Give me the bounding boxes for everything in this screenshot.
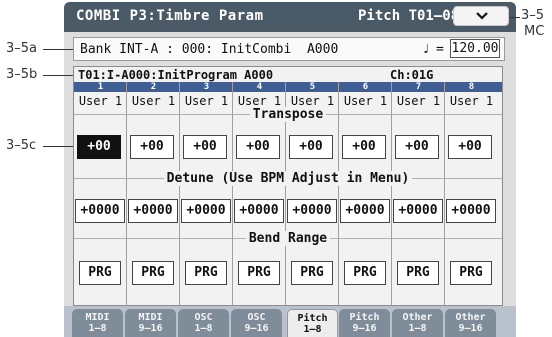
detune-field[interactable]: +0000 bbox=[181, 199, 231, 223]
tab-osc-9-16[interactable]: OSC 9–16 bbox=[231, 309, 282, 337]
callout-3-5a: 3–5a bbox=[6, 41, 38, 56]
tab-midi-1-8[interactable]: MIDI 1–8 bbox=[72, 309, 123, 337]
bend-range-field[interactable]: PRG bbox=[397, 261, 439, 285]
tab-label-line1: OSC bbox=[247, 312, 266, 323]
transpose-field[interactable]: +00 bbox=[77, 135, 121, 159]
bend-range-field[interactable]: PRG bbox=[450, 261, 492, 285]
transpose-field[interactable]: +00 bbox=[342, 135, 386, 159]
timbre-number: 4 bbox=[256, 82, 263, 92]
tab-label-line2: 9–16 bbox=[352, 323, 377, 334]
tempo-equals: = bbox=[436, 42, 444, 57]
tab-label-line2: 1–8 bbox=[408, 323, 427, 334]
page-menu-button[interactable] bbox=[453, 6, 509, 26]
tab-label-line1: Other bbox=[455, 312, 486, 323]
tab-pitch-1-8[interactable]: Pitch 1–8 bbox=[287, 309, 338, 337]
detune-field[interactable]: +0000 bbox=[128, 199, 178, 223]
tab-osc-1-8[interactable]: OSC 1–8 bbox=[178, 309, 229, 337]
timbre-number: 7 bbox=[415, 82, 422, 92]
tab-label-line2: 1–8 bbox=[88, 323, 107, 334]
transpose-field[interactable]: +00 bbox=[289, 135, 333, 159]
transpose-label-text: Transpose bbox=[249, 107, 327, 122]
tempo-field[interactable]: 120.00 bbox=[450, 39, 500, 58]
callout-top-right-sub: MC bbox=[524, 24, 545, 39]
tab-label-line1: Other bbox=[402, 312, 433, 323]
bend-range-label-text: Bend Range bbox=[245, 231, 331, 246]
tab-label-line1: MIDI bbox=[85, 312, 110, 323]
transpose-field[interactable]: +00 bbox=[395, 135, 439, 159]
transpose-field[interactable]: +00 bbox=[130, 135, 174, 159]
timbre-number: 2 bbox=[150, 82, 157, 92]
bend-range-field[interactable]: PRG bbox=[291, 261, 333, 285]
callout-top-right: 3–5 bbox=[521, 8, 545, 23]
detune-field[interactable]: +0000 bbox=[340, 199, 390, 223]
timbre-scale-label: User 1 bbox=[78, 94, 123, 108]
timbre-scale-label: User 1 bbox=[396, 94, 441, 108]
detune-field[interactable]: +0000 bbox=[287, 199, 337, 223]
callout-line-c bbox=[43, 146, 76, 147]
page-title: COMBI P3:Timbre Param bbox=[76, 8, 264, 24]
tab-label-line2: 1–8 bbox=[194, 323, 213, 334]
combi-select[interactable]: Bank INT-A : 000: InitCombi A000 bbox=[80, 42, 338, 57]
callout-line-a bbox=[43, 49, 73, 50]
tab-label-line1: MIDI bbox=[138, 312, 163, 323]
transpose-label: Transpose bbox=[74, 107, 502, 122]
bend-range-field[interactable]: PRG bbox=[79, 261, 121, 285]
timbre-scale-label: User 1 bbox=[449, 94, 494, 108]
page-indicator: Pitch T01–08 bbox=[358, 8, 460, 24]
bend-range-field[interactable]: PRG bbox=[185, 261, 227, 285]
timbre-channel: Ch:01G bbox=[390, 68, 434, 82]
tab-label-line2: 9–16 bbox=[458, 323, 483, 334]
timbre-scale-label: User 1 bbox=[343, 94, 388, 108]
tab-other-1-8[interactable]: Other 1–8 bbox=[392, 309, 443, 337]
callout-3-5c: 3–5c bbox=[6, 138, 37, 153]
timbre-number: 1 bbox=[97, 82, 104, 92]
bend-range-field[interactable]: PRG bbox=[238, 261, 280, 285]
timbre-scale-label: User 1 bbox=[131, 94, 176, 108]
timbre-number: 5 bbox=[309, 82, 316, 92]
tab-label-line2: 1–8 bbox=[303, 324, 322, 335]
tab-label-line1: Pitch bbox=[349, 312, 380, 323]
timbre-number: 6 bbox=[362, 82, 369, 92]
detune-field[interactable]: +0000 bbox=[393, 199, 443, 223]
tab-label-line2: 9–16 bbox=[244, 323, 269, 334]
detune-label-text: Detune (Use BPM Adjust in Menu) bbox=[163, 171, 413, 186]
timbre-scale-label: User 1 bbox=[237, 94, 282, 108]
transpose-field[interactable]: +00 bbox=[183, 135, 227, 159]
bend-range-field[interactable]: PRG bbox=[344, 261, 386, 285]
callout-line-top bbox=[510, 17, 520, 18]
tab-pitch-9-16[interactable]: Pitch 9–16 bbox=[339, 309, 390, 337]
bend-range-field[interactable]: PRG bbox=[132, 261, 174, 285]
tab-other-9-16[interactable]: Other 9–16 bbox=[445, 309, 496, 337]
timbre-program-info: T01:I-A000:InitProgram A000 bbox=[78, 68, 274, 82]
callout-3-5b: 3–5b bbox=[6, 67, 38, 82]
tab-label-line1: OSC bbox=[194, 312, 213, 323]
detune-field[interactable]: +0000 bbox=[234, 199, 284, 223]
transpose-field[interactable]: +00 bbox=[236, 135, 280, 159]
detune-field[interactable]: +0000 bbox=[446, 199, 496, 223]
timbre-number: 8 bbox=[468, 82, 475, 92]
transpose-field[interactable]: +00 bbox=[448, 135, 492, 159]
tab-label-line1: Pitch bbox=[297, 313, 328, 324]
tab-midi-9-16[interactable]: MIDI 9–16 bbox=[125, 309, 176, 337]
tab-label-line2: 9–16 bbox=[138, 323, 163, 334]
timbre-scale-label: User 1 bbox=[184, 94, 229, 108]
timbre-number: 3 bbox=[203, 82, 210, 92]
chevron-down-icon bbox=[476, 12, 488, 20]
detune-label: Detune (Use BPM Adjust in Menu) bbox=[74, 171, 502, 186]
callout-line-b bbox=[43, 75, 73, 76]
detune-field[interactable]: +0000 bbox=[75, 199, 125, 223]
bend-range-label: Bend Range bbox=[74, 231, 502, 246]
quarter-note-icon: ♩ bbox=[422, 42, 430, 57]
timbre-scale-label: User 1 bbox=[290, 94, 335, 108]
